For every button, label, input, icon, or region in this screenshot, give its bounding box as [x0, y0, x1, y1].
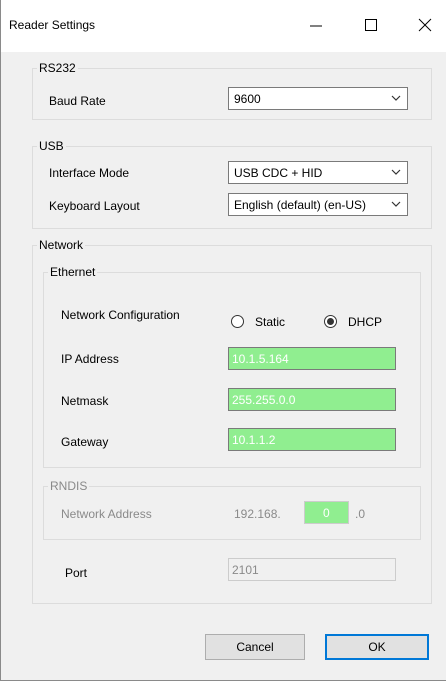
rs232-group-label: RS232	[37, 61, 78, 75]
minimize-icon	[310, 25, 322, 27]
cancel-button[interactable]: Cancel	[205, 634, 305, 660]
baud-rate-label: Baud Rate	[49, 94, 106, 108]
usb-group: USB	[32, 139, 432, 229]
chevron-down-icon	[391, 95, 401, 101]
gateway-input[interactable]: 10.1.1.2	[228, 428, 396, 451]
static-radio[interactable]	[231, 315, 244, 328]
network-group-label: Network	[37, 238, 86, 252]
radio-selected-dot	[327, 318, 334, 325]
gateway-label: Gateway	[61, 435, 109, 449]
ip-address-label: IP Address	[61, 352, 119, 366]
netmask-value: 255.255.0.0	[232, 393, 296, 407]
keyboard-layout-label: Keyboard Layout	[49, 199, 140, 213]
window-title: Reader Settings	[9, 18, 96, 32]
baud-rate-select[interactable]: 9600	[228, 87, 408, 110]
dhcp-radio[interactable]	[324, 315, 337, 328]
static-radio-label[interactable]: Static	[255, 315, 285, 329]
ip-address-input[interactable]: 10.1.5.164	[228, 347, 396, 370]
keyboard-layout-select[interactable]: English (default) (en-US)	[228, 193, 408, 216]
baud-rate-value: 9600	[234, 92, 261, 106]
reader-settings-window: Reader Settings RS232 Baud Rate 9600 USB…	[0, 0, 447, 681]
ethernet-group-label: Ethernet	[48, 265, 98, 279]
close-button[interactable]	[410, 12, 440, 38]
maximize-icon	[365, 19, 377, 31]
usb-group-label: USB	[37, 139, 66, 153]
network-address-octet-input[interactable]: 0	[304, 501, 349, 524]
netmask-label: Netmask	[61, 394, 109, 408]
interface-mode-select[interactable]: USB CDC + HID	[228, 161, 408, 184]
port-value: 2101	[232, 563, 259, 577]
title-bar[interactable]: Reader Settings	[1, 0, 447, 52]
close-icon	[418, 18, 432, 32]
network-address-prefix: 192.168.	[234, 507, 281, 521]
network-address-octet-value: 0	[323, 506, 330, 520]
network-address-label: Network Address	[61, 507, 152, 521]
gateway-value: 10.1.1.2	[232, 433, 276, 447]
network-address-suffix: .0	[355, 507, 366, 521]
interface-mode-label: Interface Mode	[49, 166, 130, 180]
rndis-group-label: RNDIS	[48, 479, 90, 493]
keyboard-layout-value: English (default) (en-US)	[234, 198, 367, 212]
network-configuration-label: Network Configuration	[61, 308, 180, 322]
netmask-input[interactable]: 255.255.0.0	[228, 388, 396, 411]
minimize-button[interactable]	[301, 12, 331, 38]
port-input[interactable]: 2101	[228, 558, 396, 581]
interface-mode-value: USB CDC + HID	[234, 166, 323, 180]
ok-button[interactable]: OK	[325, 634, 429, 660]
chevron-down-icon	[391, 169, 401, 175]
ip-address-value: 10.1.5.164	[232, 352, 289, 366]
maximize-button[interactable]	[356, 12, 386, 38]
dhcp-radio-label[interactable]: DHCP	[348, 315, 382, 329]
port-label: Port	[65, 566, 88, 580]
chevron-down-icon	[391, 201, 401, 207]
